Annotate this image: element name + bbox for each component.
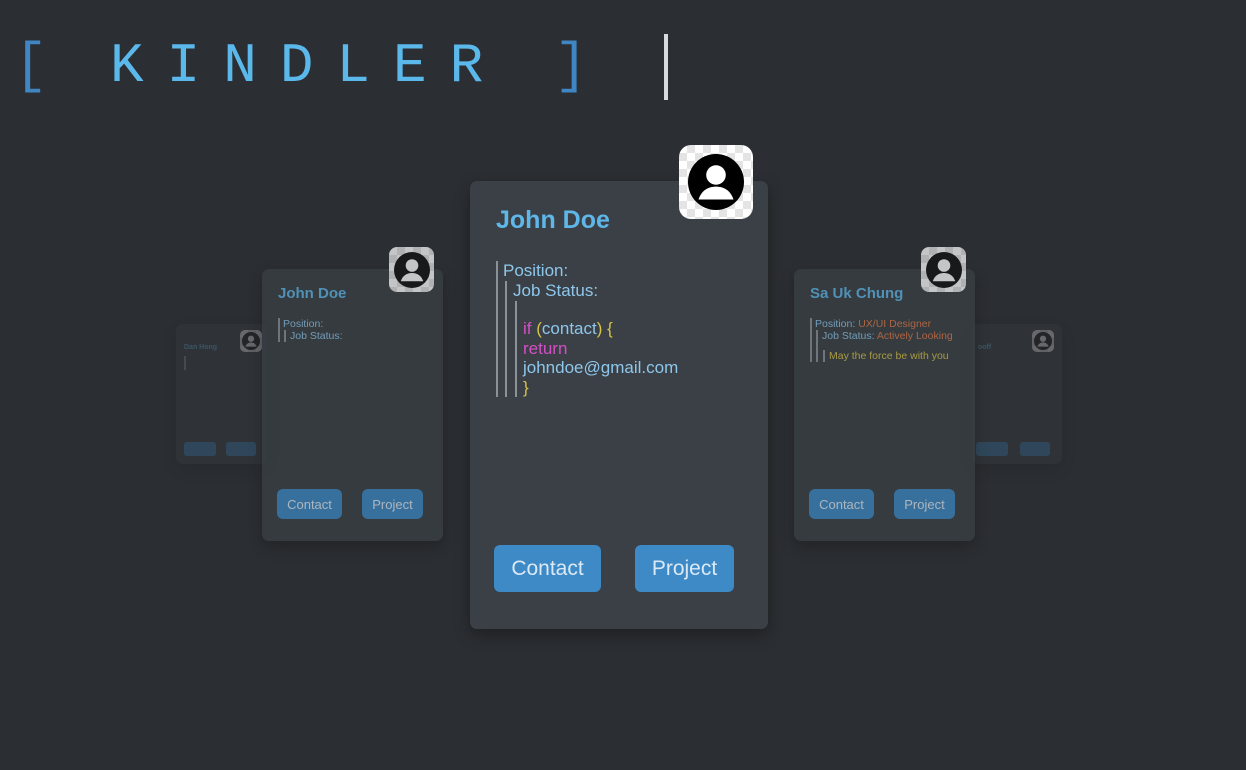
contact-button[interactable]: Contact: [494, 545, 601, 592]
user-avatar-icon: [679, 145, 753, 219]
job-status-label: Job Status:: [822, 330, 875, 342]
project-button[interactable]: [1020, 442, 1050, 456]
code-brace-open: {: [607, 319, 613, 338]
user-avatar-icon: [921, 247, 966, 292]
contact-button[interactable]: [184, 442, 216, 456]
job-status-block: Job Status: Actively Looking May the for…: [816, 330, 960, 362]
job-status-row: Job Status: Actively Looking: [822, 330, 960, 342]
contact-code-block: if (contact) { return johndoe@gmail.com …: [515, 301, 678, 397]
position-label: Position:: [503, 261, 569, 280]
job-status-block: Job Status:: [284, 330, 343, 342]
user-avatar-icon: [389, 247, 434, 292]
job-status-label: Job Status:: [290, 330, 343, 342]
contact-button[interactable]: Contact: [277, 489, 342, 519]
quote-text: May the force be with you: [829, 350, 949, 362]
project-button[interactable]: [226, 442, 256, 456]
job-status-label: Job Status:: [513, 281, 599, 300]
profile-card-main[interactable]: John Doe Position: Job Status: if (conta…: [470, 145, 768, 629]
code-return: return: [523, 338, 568, 358]
code-if-line: if (contact) {: [523, 319, 678, 339]
text-cursor: [664, 34, 668, 100]
profile-info: Position: Job Status:: [278, 318, 343, 342]
position-label: Position:: [815, 318, 856, 330]
contact-email[interactable]: johndoe@gmail.com: [523, 358, 678, 378]
position-label: [188, 356, 189, 363]
code-if: if: [523, 319, 532, 338]
contact-button[interactable]: [976, 442, 1008, 456]
job-status-block: Job Status: if (contact) { return johndo…: [505, 281, 678, 397]
profile-name: Dan Hong: [184, 344, 218, 351]
profile-name: John Doe: [278, 285, 347, 302]
profile-info: Position: Job Status: if (contact) { ret…: [496, 261, 678, 397]
project-button[interactable]: Project: [362, 489, 423, 519]
quote-block: May the force be with you: [823, 350, 960, 362]
code-paren-close: ): [596, 319, 603, 338]
logo-left-bracket: [: [14, 34, 48, 98]
user-avatar-icon: [240, 330, 262, 352]
code-var: contact: [541, 319, 597, 338]
contact-button[interactable]: Contact: [809, 489, 874, 519]
user-avatar-icon: [1032, 330, 1054, 352]
profile-name: ooff: [978, 344, 992, 351]
position-row: Position: UX/UI Designer: [815, 318, 960, 330]
app-logo: [ KINDLER ]: [14, 34, 588, 98]
profile-info: [184, 356, 189, 370]
profile-card-far-right[interactable]: ooff: [972, 324, 1062, 464]
project-button[interactable]: Project: [894, 489, 955, 519]
profile-card-right[interactable]: Sa Uk Chung Position: UX/UI Designer Job…: [794, 247, 975, 541]
profile-card-far-left[interactable]: Dan Hong: [176, 324, 266, 464]
profile-info: Position: UX/UI Designer Job Status: Act…: [810, 318, 960, 362]
code-brace-close: }: [523, 377, 529, 397]
position-label: Position:: [283, 318, 324, 330]
job-status-label: [188, 363, 189, 370]
project-button[interactable]: Project: [635, 545, 734, 592]
logo-right-bracket: ]: [554, 34, 588, 98]
logo-word: KINDLER: [110, 34, 507, 98]
position-value: UX/UI Designer: [858, 318, 932, 330]
profile-card-left[interactable]: John Doe Position: Job Status: Contact P…: [262, 247, 443, 541]
job-status-value: Actively Looking: [876, 330, 953, 342]
profile-name: John Doe: [496, 206, 610, 234]
profile-name: Sa Uk Chung: [810, 285, 904, 302]
